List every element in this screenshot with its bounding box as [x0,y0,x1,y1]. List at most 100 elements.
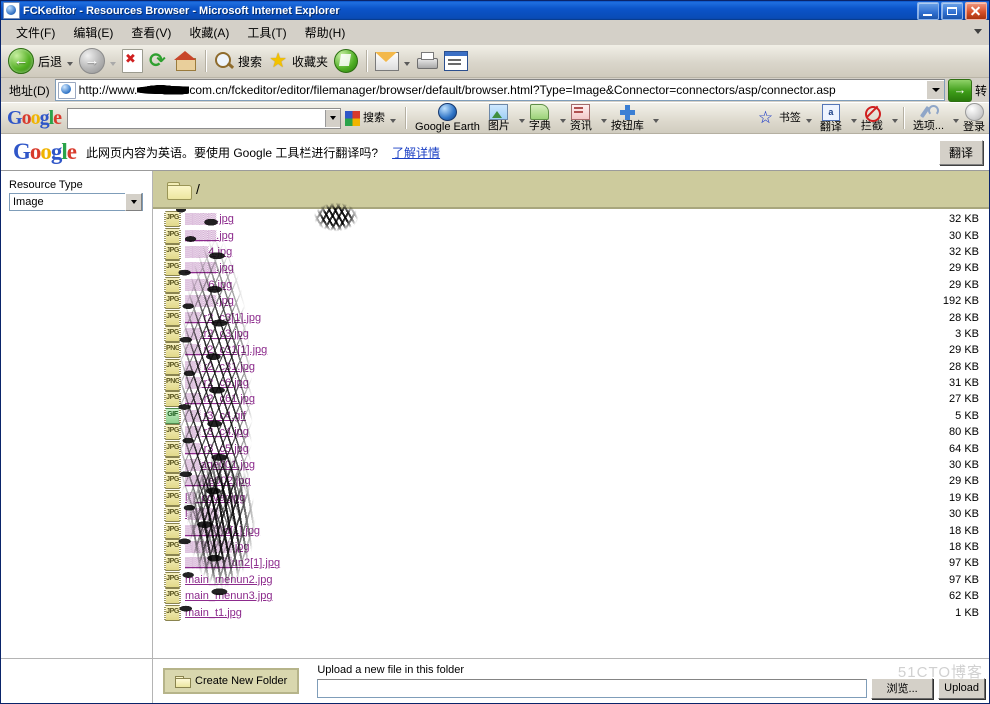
table-row[interactable]: JPG ▒▒ r2_c61.jpg 27 KB [153,391,989,408]
file-name-link[interactable]: ▒▒ r2_c61.jpg [185,393,255,405]
file-name-link[interactable]: ▒▒ r3_c4.gif [185,410,246,422]
file-name-link[interactable]: ▒▒▒e002.jpg [185,475,251,487]
google-images-button[interactable]: 图片 [484,103,514,133]
table-row[interactable]: JPG main_t1.jpg 1 KB [153,604,989,621]
file-name-link[interactable]: ▒▒▒▒▒▒un2[1].jpg [185,557,280,569]
file-name-link[interactable]: l▒_cover.jpg [185,492,245,504]
file-name-link[interactable]: ▒▒ r3_c5.jpg [185,443,249,455]
table-row[interactable]: JPG main_menun3.jpg 62 KB [153,588,989,605]
upload-file-input[interactable] [317,678,868,698]
table-row[interactable]: JPG ▒▒▒▒.jpg 32 KB [153,211,989,228]
table-row[interactable]: JPG ▒▒▒e002.jpg 29 KB [153,473,989,490]
file-name-link[interactable]: main_menun2.jpg [185,574,272,586]
menu-item-file[interactable]: 文件(F) [7,21,64,44]
translate-learn-more-link[interactable]: 了解详情 [392,144,440,161]
edit-button[interactable] [441,47,471,75]
table-row[interactable]: JPG ▒▒▒▒▒▒.jpg 18 KB [153,539,989,555]
google-bookmarks-button[interactable]: 书签 [754,103,816,133]
google-signin-button[interactable]: 登录 [959,103,989,133]
mail-dropdown-icon[interactable] [404,61,411,66]
table-row[interactable]: JPG ▒▒▒4.jpg 32 KB [153,243,989,260]
google-search-dropdown-icon[interactable] [325,109,341,127]
back-button[interactable]: ← 后退 [5,47,76,75]
maximize-button[interactable] [941,1,963,20]
create-new-folder-button[interactable]: Create New Folder [163,668,300,694]
mail-button[interactable] [372,47,413,75]
table-row[interactable]: JPG ▒▒▒▒.jpg 192 KB [153,293,989,310]
file-name-link[interactable]: ▒▒ r2_c31.jpg [185,361,255,373]
google-search-button[interactable]: 搜索 [341,103,400,133]
google-popup-blocker-button[interactable]: 拦截 [857,103,887,133]
google-search-box[interactable] [67,107,342,129]
file-name-link[interactable]: main_menun3.jpg [185,590,272,602]
upload-button[interactable]: Upload [938,677,985,699]
table-row[interactable]: JPG ▒▒ r2_c3[1].jpg 28 KB [153,309,989,326]
browse-button[interactable]: 浏览... [871,677,934,699]
history-button[interactable] [331,47,361,75]
google-search-input[interactable] [68,108,326,128]
file-name-link[interactable]: ▒▒▒▒▒d[1].jpg [185,525,260,537]
close-button[interactable] [965,1,987,20]
google-dictionary-button[interactable]: 字典 [525,103,555,133]
google-buttons-dropdown-icon[interactable] [652,118,659,123]
google-earth-button[interactable]: Google Earth [411,103,484,133]
file-name-link[interactable]: ▒▒▒6.jpg [185,279,232,291]
table-row[interactable]: PNG ▒▒ r2_c31[1].jpg 29 KB [153,342,989,359]
forward-dropdown-icon[interactable] [110,61,117,66]
table-row[interactable]: JPG ▒▒▒▒.jpg 30 KB [153,227,989,244]
table-row[interactable]: PNG ▒▒ r2_c6.jpg 31 KB [153,375,989,392]
file-name-link[interactable]: main_t1.jpg [185,607,242,619]
menu-item-edit[interactable]: 编辑(E) [64,21,122,44]
home-button[interactable] [172,47,200,75]
file-name-link[interactable]: ▒▒ r2_c3[1].jpg [185,312,261,324]
google-options-button[interactable]: 选项... [909,103,948,133]
address-input[interactable]: http://www. com.cn/fckeditor/editor/filem… [54,79,945,101]
menu-item-help[interactable]: 帮助(H) [296,21,355,44]
address-dropdown-icon[interactable] [926,81,944,99]
file-name-link[interactable]: ▒▒age001.jpg [185,459,255,471]
google-search-menu-icon[interactable] [390,118,397,123]
file-name-link[interactable]: ▒▒ r2_c3.jpg [185,328,249,340]
table-row[interactable]: JPG main_menun2.jpg 97 KB [153,571,989,588]
table-row[interactable]: JPG ▒▒▒▒.jpg 29 KB [153,260,989,277]
table-row[interactable]: JPG ▒▒ r3_c5.jpg 64 KB [153,440,989,457]
back-dropdown-icon[interactable] [67,61,74,66]
google-blocker-dropdown-icon[interactable] [891,118,898,123]
file-name-link[interactable]: l▒▒▒▒ [185,508,219,520]
file-name-link[interactable]: ▒▒ r2_c6.jpg [185,377,249,389]
table-row[interactable]: JPG l▒▒▒▒ 30 KB [153,506,989,523]
minimize-button[interactable] [917,1,939,20]
google-bookmarks-dropdown-icon[interactable] [805,118,812,123]
menu-item-favorites[interactable]: 收藏(A) [180,21,238,44]
stop-button[interactable] [119,47,146,75]
file-list[interactable]: JPG ▒▒▒▒.jpg 32 KB JPG ▒▒▒▒.jpg 30 KB JPG ▒▒▒4.… [153,209,989,658]
menu-overflow-icon[interactable] [971,24,985,38]
table-row[interactable]: JPG ▒▒▒▒▒d[1].jpg 18 KB [153,522,989,539]
chevron-down-icon[interactable] [125,193,142,211]
google-translate-button[interactable]: a 翻译 [816,103,846,133]
table-row[interactable]: JPG ▒▒▒6.jpg 29 KB [153,276,989,293]
table-row[interactable]: JPG ▒▒ r3_c4.jpg 80 KB [153,424,989,441]
table-row[interactable]: GIF ▒▒ r3_c4.gif 5 KB [153,407,989,424]
table-row[interactable]: JPG ▒▒▒▒▒▒un2[1].jpg 97 KB [153,555,989,572]
google-buttons-gallery[interactable]: 按钮库 [607,103,648,133]
print-button[interactable] [413,47,441,75]
go-button[interactable]: → [947,78,972,102]
file-name-link[interactable]: ▒▒▒▒.jpg [185,295,234,307]
file-name-link[interactable]: ▒▒▒▒.jpg [185,262,234,274]
current-folder-bar[interactable]: / [153,171,989,209]
file-name-link[interactable]: ▒▒▒▒▒▒.jpg [185,541,250,553]
menu-item-view[interactable]: 查看(V) [122,21,180,44]
favorites-button[interactable]: 收藏夹 [265,47,331,75]
file-name-link[interactable]: ▒▒▒▒.jpg [185,230,234,242]
file-name-link[interactable]: ▒▒ r2_c31[1].jpg [185,344,267,356]
refresh-button[interactable] [146,47,172,75]
table-row[interactable]: JPG l▒_cover.jpg 19 KB [153,489,989,506]
table-row[interactable]: JPG ▒▒age001.jpg 30 KB [153,457,989,474]
table-row[interactable]: JPG ▒▒ r2_c3.jpg 3 KB [153,325,989,342]
translate-button[interactable]: 翻译 [938,139,983,165]
table-row[interactable]: JPG ▒▒ r2_c31.jpg 28 KB [153,358,989,375]
file-name-link[interactable]: ▒▒▒4.jpg [185,246,232,258]
menu-item-tools[interactable]: 工具(T) [238,21,295,44]
file-name-link[interactable]: ▒▒▒▒.jpg [185,213,234,225]
